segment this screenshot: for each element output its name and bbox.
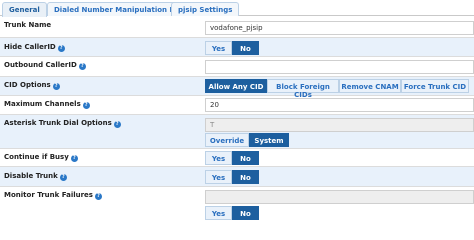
disable-trunk-no-button[interactable]: No [232, 170, 259, 184]
monitor-trunk-failures-input[interactable] [205, 190, 474, 204]
help-icon[interactable]: ? [113, 121, 121, 128]
row-maximum-channels: Maximum Channels? [0, 96, 474, 115]
cid-allow-any-button[interactable]: Allow Any CID [205, 79, 267, 93]
help-icon[interactable]: ? [78, 63, 86, 70]
hide-callerid-no-button[interactable]: No [232, 41, 259, 55]
disable-trunk-label: Disable Trunk? [4, 172, 67, 181]
disable-trunk-yes-button[interactable]: Yes [205, 170, 232, 184]
help-icon[interactable]: ? [59, 174, 67, 181]
asterisk-dial-options-label: Asterisk Trunk Dial Options? [4, 119, 121, 128]
tab-general[interactable]: General [2, 2, 47, 17]
maximum-channels-label: Maximum Channels? [4, 100, 90, 109]
row-asterisk-dial-options: Asterisk Trunk Dial Options? Override Sy… [0, 115, 474, 149]
cid-force-trunk-button[interactable]: Force Trunk CID [401, 79, 469, 93]
row-continue-if-busy: Continue if Busy? Yes No [0, 149, 474, 167]
dial-options-override-button[interactable]: Override [205, 133, 249, 147]
row-outbound-callerid: Outbound CallerID? [0, 57, 474, 77]
continue-if-busy-no-button[interactable]: No [232, 151, 259, 165]
help-icon[interactable]: ? [70, 155, 78, 162]
help-icon[interactable]: ? [94, 193, 102, 200]
row-cid-options: CID Options? Allow Any CID Block Foreign… [0, 77, 474, 99]
maximum-channels-input[interactable] [205, 98, 474, 112]
continue-if-busy-yes-button[interactable]: Yes [205, 151, 232, 165]
continue-if-busy-label: Continue if Busy? [4, 153, 78, 162]
row-hide-callerid: Hide CallerID? Yes No [0, 38, 474, 57]
asterisk-dial-options-input[interactable] [205, 118, 474, 132]
monitor-trunk-failures-no-button[interactable]: No [232, 206, 259, 220]
row-monitor-trunk-failures: Monitor Trunk Failures? Yes No [0, 187, 474, 226]
monitor-trunk-failures-label: Monitor Trunk Failures? [4, 191, 102, 200]
cid-options-label: CID Options? [4, 81, 60, 90]
monitor-trunk-failures-yes-button[interactable]: Yes [205, 206, 232, 220]
help-icon[interactable]: ? [52, 83, 60, 90]
hide-callerid-yes-button[interactable]: Yes [205, 41, 232, 55]
tab-pjsip-settings[interactable]: pjsip Settings [171, 2, 240, 16]
trunk-name-input[interactable] [205, 21, 474, 35]
row-trunk-name: Trunk Name [0, 16, 474, 38]
cid-remove-cnam-button[interactable]: Remove CNAM [339, 79, 401, 93]
trunk-name-label: Trunk Name [4, 21, 52, 29]
outbound-callerid-label: Outbound CallerID? [4, 61, 86, 70]
row-disable-trunk: Disable Trunk? Yes No [0, 167, 474, 187]
help-icon[interactable]: ? [82, 102, 90, 109]
outbound-callerid-input[interactable] [205, 60, 474, 74]
dial-options-system-button[interactable]: System [249, 133, 289, 147]
help-icon[interactable]: ? [57, 45, 65, 52]
tab-bar: General Dialed Number Manipulation Rules… [0, 0, 474, 17]
cid-block-foreign-button[interactable]: Block Foreign CIDs [267, 79, 339, 99]
hide-callerid-label: Hide CallerID? [4, 43, 65, 52]
